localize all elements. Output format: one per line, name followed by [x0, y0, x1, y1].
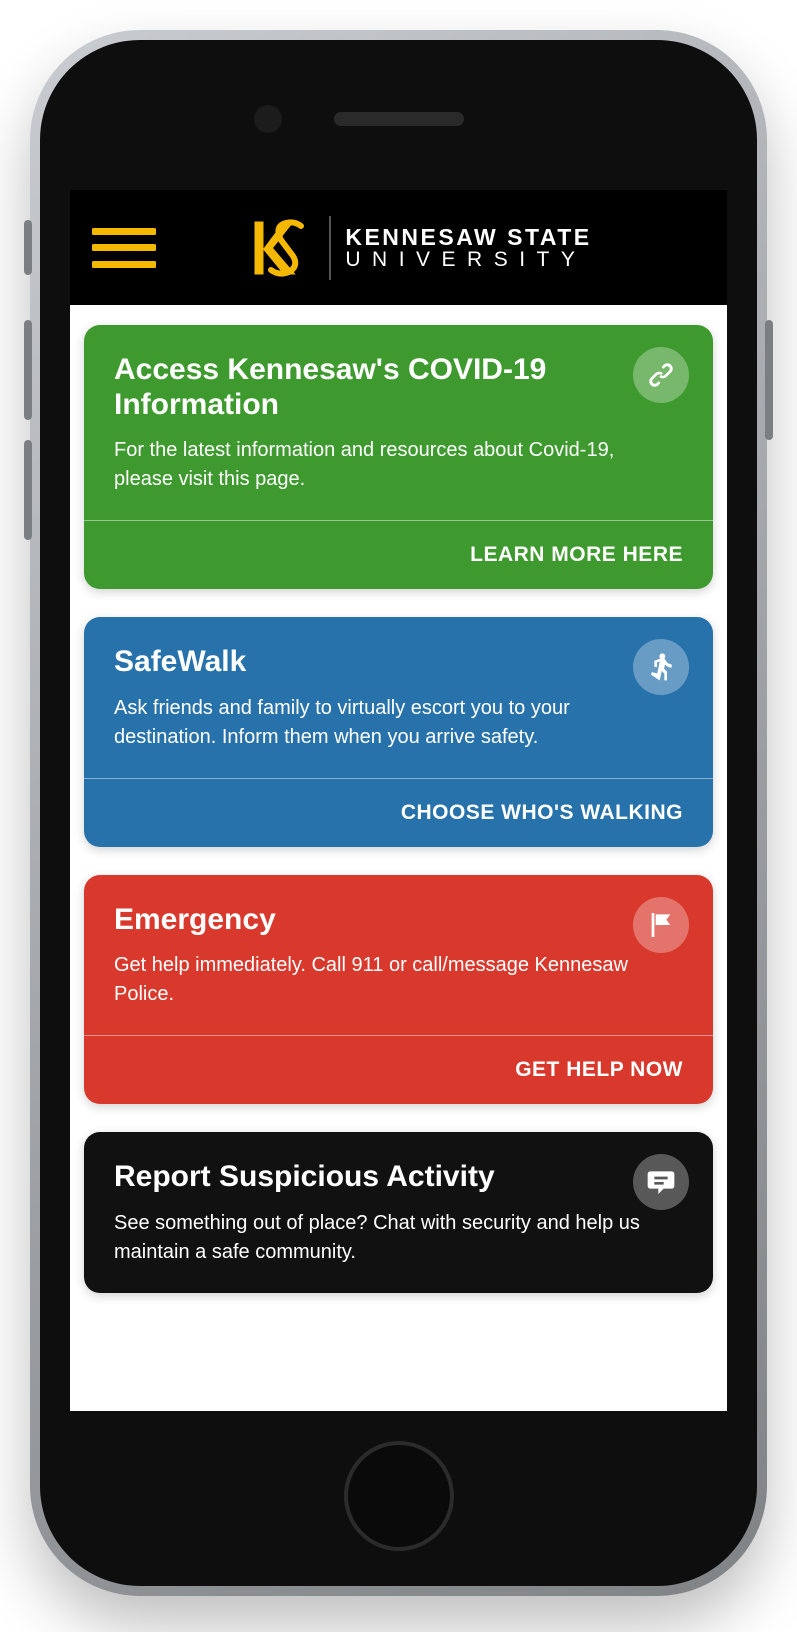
ksu-logo-icon — [243, 212, 315, 284]
app-header: KENNESAW STATE UNIVERSITY — [70, 190, 727, 305]
card-safewalk-title: SafeWalk — [114, 645, 683, 680]
menu-button[interactable] — [92, 227, 156, 269]
earpiece — [334, 112, 464, 126]
card-report-desc: See something out of place? Chat with se… — [114, 1209, 683, 1267]
front-camera — [254, 105, 282, 133]
card-safewalk[interactable]: SafeWalk Ask friends and family to virtu… — [84, 617, 713, 847]
brand: KENNESAW STATE UNIVERSITY — [180, 212, 705, 284]
brand-divider — [329, 216, 331, 280]
home-button — [344, 1441, 454, 1551]
flag-icon — [633, 897, 689, 953]
mute-switch — [24, 220, 32, 275]
phone-frame-outer: KENNESAW STATE UNIVERSITY Access Kennesa… — [30, 30, 767, 1596]
walk-icon — [633, 639, 689, 695]
power-button — [765, 320, 773, 440]
card-emergency-cta[interactable]: GET HELP NOW — [84, 1035, 713, 1104]
card-covid-title: Access Kennesaw's COVID-19 Information — [114, 353, 683, 422]
card-covid-desc: For the latest information and resources… — [114, 436, 683, 494]
content: Access Kennesaw's COVID-19 Information F… — [70, 305, 727, 1411]
brand-line1: KENNESAW STATE — [345, 226, 591, 249]
brand-text: KENNESAW STATE UNIVERSITY — [345, 226, 591, 270]
card-covid-cta[interactable]: LEARN MORE HERE — [84, 520, 713, 589]
volume-up-button — [24, 320, 32, 420]
volume-down-button — [24, 440, 32, 540]
card-emergency[interactable]: Emergency Get help immediately. Call 911… — [84, 875, 713, 1105]
card-emergency-title: Emergency — [114, 903, 683, 938]
chat-icon — [633, 1154, 689, 1210]
phone-frame-inner: KENNESAW STATE UNIVERSITY Access Kennesa… — [40, 40, 757, 1586]
brand-line2: UNIVERSITY — [345, 249, 591, 270]
card-report-title: Report Suspicious Activity — [114, 1160, 683, 1195]
card-safewalk-desc: Ask friends and family to virtually esco… — [114, 694, 683, 752]
stage: KENNESAW STATE UNIVERSITY Access Kennesa… — [0, 0, 797, 1632]
card-emergency-desc: Get help immediately. Call 911 or call/m… — [114, 951, 683, 1009]
card-report[interactable]: Report Suspicious Activity See something… — [84, 1132, 713, 1293]
card-covid[interactable]: Access Kennesaw's COVID-19 Information F… — [84, 325, 713, 589]
app-screen: KENNESAW STATE UNIVERSITY Access Kennesa… — [70, 190, 727, 1411]
link-icon — [633, 347, 689, 403]
card-safewalk-cta[interactable]: CHOOSE WHO'S WALKING — [84, 778, 713, 847]
